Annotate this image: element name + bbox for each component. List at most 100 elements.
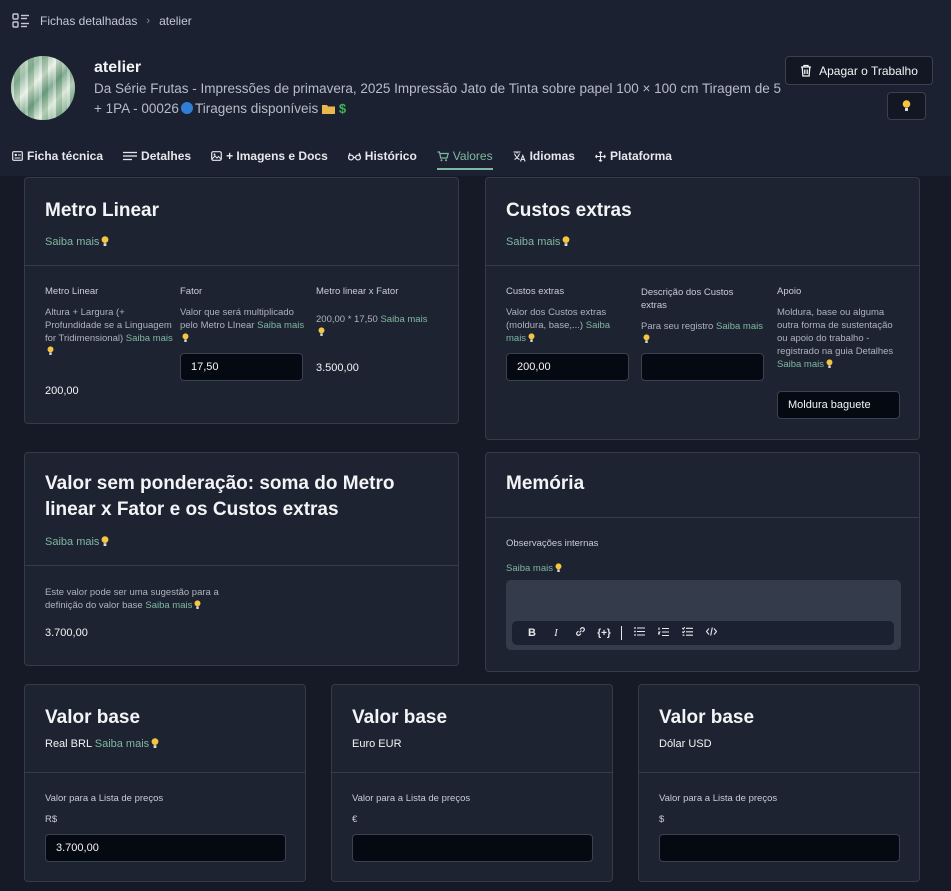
observacoes-label: Observações internas (506, 538, 599, 549)
artwork-description: Da Série Frutas - Impressões de primaver… (94, 79, 784, 119)
valor-base-brl-card: Valor base Real BRL Saiba mais Valor par… (24, 684, 306, 882)
italic-button[interactable]: I (544, 627, 568, 639)
lightbulb-icon (318, 327, 325, 336)
fator-label: Fator (180, 286, 203, 297)
fator-desc: Valor que será multiplicado pelo Metro L… (180, 306, 305, 345)
saiba-mais-link[interactable]: Saiba mais (506, 558, 562, 576)
chevron-right-icon: › (146, 15, 151, 27)
descricao-custos-desc-text: Para seu registro (641, 321, 714, 332)
saiba-mais-link[interactable]: Saiba mais (716, 321, 763, 332)
breadcrumb-item-fichas[interactable]: Fichas detalhadas (40, 14, 137, 28)
apoio-label: Apoio (777, 286, 802, 297)
card-title: Memória (506, 473, 585, 494)
variable-button[interactable]: {+} (592, 628, 616, 639)
saiba-mais-link[interactable]: Saiba mais (126, 333, 173, 344)
tab-ficha-tecnica[interactable]: Ficha técnica (12, 146, 103, 166)
move-icon (595, 150, 606, 162)
lista-precos-label: Valor para a Lista de preços (45, 793, 164, 804)
card-title: Valor base (659, 707, 755, 728)
cart-icon (437, 150, 449, 161)
lightbulb-icon (47, 346, 54, 355)
breadcrumb: Fichas detalhadas › atelier (12, 13, 192, 29)
toolbar-divider (621, 626, 622, 640)
list-icon (123, 151, 138, 161)
fator-input[interactable]: 17,50 (180, 353, 303, 381)
tab-detalhes[interactable]: Detalhes (123, 146, 191, 166)
metro-fator-formula: 200,00 * 17,50 (316, 314, 378, 325)
saiba-mais-link[interactable]: Saiba mais (45, 532, 109, 550)
card-title: Valor base (45, 707, 141, 728)
saiba-mais-link[interactable]: Saiba mais (95, 738, 149, 750)
card-header: Custos extras Saiba mais (486, 178, 919, 266)
lightbulb-icon (151, 738, 159, 748)
valor-base-eur-input[interactable] (352, 834, 593, 862)
lightbulb-icon (563, 236, 570, 246)
card-header: Valor base Real BRL Saiba mais (25, 685, 305, 773)
globe-icon (513, 150, 526, 162)
apoio-input[interactable]: Moldura baguete (777, 391, 900, 419)
lightbulb-icon (826, 359, 833, 368)
saiba-mais-link[interactable]: Saiba mais (380, 314, 427, 325)
glasses-icon (347, 152, 361, 161)
tab-imagens-docs[interactable]: + Imagens e Docs (211, 146, 328, 166)
descricao-custos-input[interactable] (641, 353, 764, 381)
saiba-mais-link[interactable]: Saiba mais (145, 600, 192, 611)
blue-circle-icon (180, 102, 193, 114)
currency-name: Euro EUR (352, 738, 402, 750)
saiba-mais-link[interactable]: Saiba mais (45, 232, 109, 250)
card-header: Memória (486, 453, 919, 518)
tab-label: Idiomas (529, 149, 575, 163)
valor-base-brl-input[interactable]: 3.700,00 (45, 834, 286, 862)
card-header: Valor base Dólar USD (639, 685, 919, 773)
metro-linear-card: Metro Linear Saiba mais Metro Linear Alt… (24, 177, 459, 424)
saiba-mais-text: Saiba mais (506, 236, 561, 248)
lista-precos-label: Valor para a Lista de preços (352, 793, 471, 804)
bullet-list-icon[interactable] (627, 627, 651, 639)
descricao-custos-label: Descrição dos Custos extras (641, 287, 734, 311)
delete-work-button[interactable]: Apagar o Trabalho (785, 56, 933, 85)
artwork-thumbnail[interactable] (11, 56, 75, 120)
saiba-mais-link[interactable]: Saiba mais (506, 232, 570, 250)
tab-label: Ficha técnica (27, 149, 104, 163)
card-header: Valor sem ponderação: soma do Metro line… (25, 453, 458, 566)
checklist-icon[interactable] (675, 626, 699, 639)
valor-base-usd-input[interactable] (659, 834, 900, 862)
valor-sem-ponderacao-card: Valor sem ponderação: soma do Metro line… (24, 452, 459, 666)
editor-toolbar: B I {+} (512, 621, 894, 645)
custos-extras-input[interactable]: 200,00 (506, 353, 629, 381)
tips-button[interactable] (887, 92, 926, 120)
saiba-mais-text: Saiba mais (45, 236, 100, 248)
metro-col1-label: Metro Linear (45, 286, 99, 297)
sem-ponderacao-desc-text: Este valor pode ser uma sugestão para a … (45, 587, 219, 611)
lightbulb-icon (643, 334, 650, 343)
bold-button[interactable]: B (520, 627, 544, 639)
tab-plataforma[interactable]: Plataforma (595, 146, 672, 166)
tab-historico[interactable]: Histórico (347, 146, 417, 166)
card-title: Valor base (352, 707, 448, 728)
saiba-mais-link[interactable]: Saiba mais (257, 320, 304, 331)
link-icon[interactable] (568, 626, 592, 640)
list-details-icon (12, 13, 29, 28)
tab-bar: Ficha técnica Detalhes + Imagens e Docs … (12, 146, 692, 170)
lista-precos-label: Valor para a Lista de preços (659, 793, 778, 804)
card-header: Metro Linear Saiba mais (25, 178, 458, 266)
saiba-mais-link[interactable]: Saiba mais (777, 359, 824, 370)
metro-fator-value: 3.500,00 (316, 362, 359, 374)
tab-idiomas[interactable]: Idiomas (513, 146, 575, 166)
currency-symbol: R$ (45, 814, 58, 825)
metro-fator-label: Metro linear x Fator (316, 286, 399, 297)
currency-name: Dólar USD (659, 738, 712, 750)
tab-label: + Imagens e Docs (226, 149, 328, 163)
metro-linear-value: 200,00 (45, 385, 79, 397)
card-title: Metro Linear (45, 200, 160, 221)
code-icon[interactable] (699, 627, 723, 639)
descricao-custos-desc: Para seu registro Saiba mais (641, 320, 766, 346)
tab-valores[interactable]: Valores (436, 146, 493, 170)
card-header: Valor base Euro EUR (332, 685, 612, 773)
card-title: Valor sem ponderação: soma do Metro line… (45, 473, 395, 520)
custos-label: Custos extras (506, 286, 565, 297)
memoria-card: Memória Observações internas Saiba mais … (485, 452, 920, 672)
numbered-list-icon[interactable] (651, 627, 675, 640)
folder-icon (322, 105, 336, 114)
card-title: Custos extras (506, 200, 632, 221)
